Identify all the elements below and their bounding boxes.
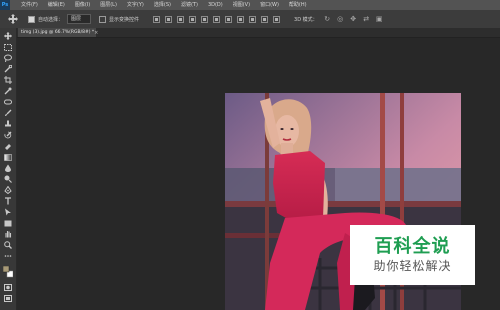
document-tab-title: timg (3).jpg @ 66.7%(RGB/8#) * (21, 30, 95, 35)
align-vcenter-icon[interactable] (165, 15, 173, 23)
baike-watermark: 百科全说 助你轻松解决 (350, 225, 475, 285)
3d-roll-icon[interactable]: ◎ (337, 15, 344, 23)
eraser-icon[interactable] (3, 142, 13, 150)
3d-slide-icon[interactable]: ⇄ (363, 15, 370, 23)
zoom-icon[interactable] (3, 241, 13, 249)
dodge-icon[interactable] (3, 175, 13, 183)
options-bar: 自动选择： 图层 显示变换控件 3D 模式： ↻ ◎ ✥ ⇄ ▣ (0, 10, 500, 29)
quick-mask-icon[interactable] (3, 283, 13, 291)
tools-panel (0, 28, 17, 310)
auto-select-label: 自动选择： (38, 16, 64, 23)
distribute-bottom-icon[interactable] (249, 15, 257, 23)
photoshop-logo: Ps (0, 0, 10, 10)
align-bottom-icon[interactable] (177, 15, 185, 23)
menu-select[interactable]: 选择(S) (149, 0, 176, 10)
rectangular-marquee-icon[interactable] (3, 43, 13, 51)
pen-icon[interactable] (3, 186, 13, 194)
menu-layer[interactable]: 图层(L) (95, 0, 122, 10)
3d-mode-label: 3D 模式： (294, 16, 318, 23)
document-tab-bar: timg (3).jpg @ 66.7%(RGB/8#) * × (16, 28, 500, 38)
type-icon[interactable] (3, 197, 13, 205)
distribute-left-icon[interactable] (261, 15, 269, 23)
auto-select-check[interactable] (28, 15, 35, 23)
menu-items: 文件(F) 编辑(E) 图像(I) 图层(L) 文字(Y) 选择(S) 滤镜(T… (16, 0, 312, 10)
clone-stamp-icon[interactable] (3, 120, 13, 128)
brush-icon[interactable] (3, 109, 13, 117)
gradient-icon[interactable] (3, 153, 13, 161)
distribute-right-icon[interactable] (273, 15, 281, 23)
auto-select-dropdown[interactable]: 图层 (67, 14, 92, 24)
history-brush-icon[interactable] (3, 131, 13, 139)
menu-view[interactable]: 视图(V) (228, 0, 255, 10)
more-tools-icon[interactable] (3, 252, 13, 260)
menu-image[interactable]: 图像(I) (70, 0, 95, 10)
align-hcenter-icon[interactable] (201, 15, 209, 23)
eyedropper-icon[interactable] (3, 87, 13, 95)
quick-selection-icon[interactable] (3, 65, 13, 73)
show-transform-check[interactable] (99, 15, 107, 23)
show-transform-checkbox[interactable]: 显示变换控件 (99, 15, 140, 23)
spot-healing-brush-icon[interactable] (3, 98, 13, 106)
menu-window[interactable]: 窗口(W) (255, 0, 284, 10)
move-tool-preset-icon[interactable] (6, 12, 20, 26)
menu-edit[interactable]: 编辑(E) (43, 0, 70, 10)
distribute-vcenter-icon[interactable] (237, 15, 245, 23)
lasso-icon[interactable] (3, 54, 13, 62)
align-buttons (153, 15, 281, 23)
watermark-brand: 百科全说 (374, 236, 451, 257)
menu-3d[interactable]: 3D(D) (203, 0, 228, 10)
move-icon[interactable] (3, 32, 13, 40)
rectangle-shape-icon[interactable] (3, 219, 13, 227)
3d-scale-icon[interactable]: ▣ (376, 15, 383, 23)
3d-drag-icon[interactable]: ✥ (350, 15, 357, 23)
3d-mode-buttons: ↻ ◎ ✥ ⇄ ▣ (324, 15, 383, 23)
menu-bar: Ps 文件(F) 编辑(E) 图像(I) 图层(L) 文字(Y) 选择(S) 滤… (0, 0, 500, 10)
auto-select-checkbox[interactable]: 自动选择： (28, 15, 64, 23)
close-icon[interactable]: × (94, 30, 98, 36)
align-right-icon[interactable] (213, 15, 221, 23)
distribute-top-icon[interactable] (225, 15, 233, 23)
menu-type[interactable]: 文字(Y) (122, 0, 149, 10)
watermark-tagline: 助你轻松解决 (373, 259, 452, 273)
menu-filter[interactable]: 滤镜(T) (176, 0, 203, 10)
foreground-background-color-icon[interactable] (3, 266, 13, 278)
3d-rotate-icon[interactable]: ↻ (324, 15, 331, 23)
align-top-icon[interactable] (153, 15, 161, 23)
menu-help[interactable]: 帮助(H) (284, 0, 312, 10)
path-selection-icon[interactable] (3, 208, 13, 216)
screen-mode-icon[interactable] (3, 294, 13, 302)
align-left-icon[interactable] (189, 15, 197, 23)
hand-icon[interactable] (3, 230, 13, 238)
crop-icon[interactable] (3, 76, 13, 84)
document-tab[interactable]: timg (3).jpg @ 66.7%(RGB/8#) * × (18, 28, 98, 37)
show-transform-label: 显示变换控件 (109, 16, 140, 23)
blur-icon[interactable] (3, 164, 13, 172)
menu-file[interactable]: 文件(F) (16, 0, 43, 10)
